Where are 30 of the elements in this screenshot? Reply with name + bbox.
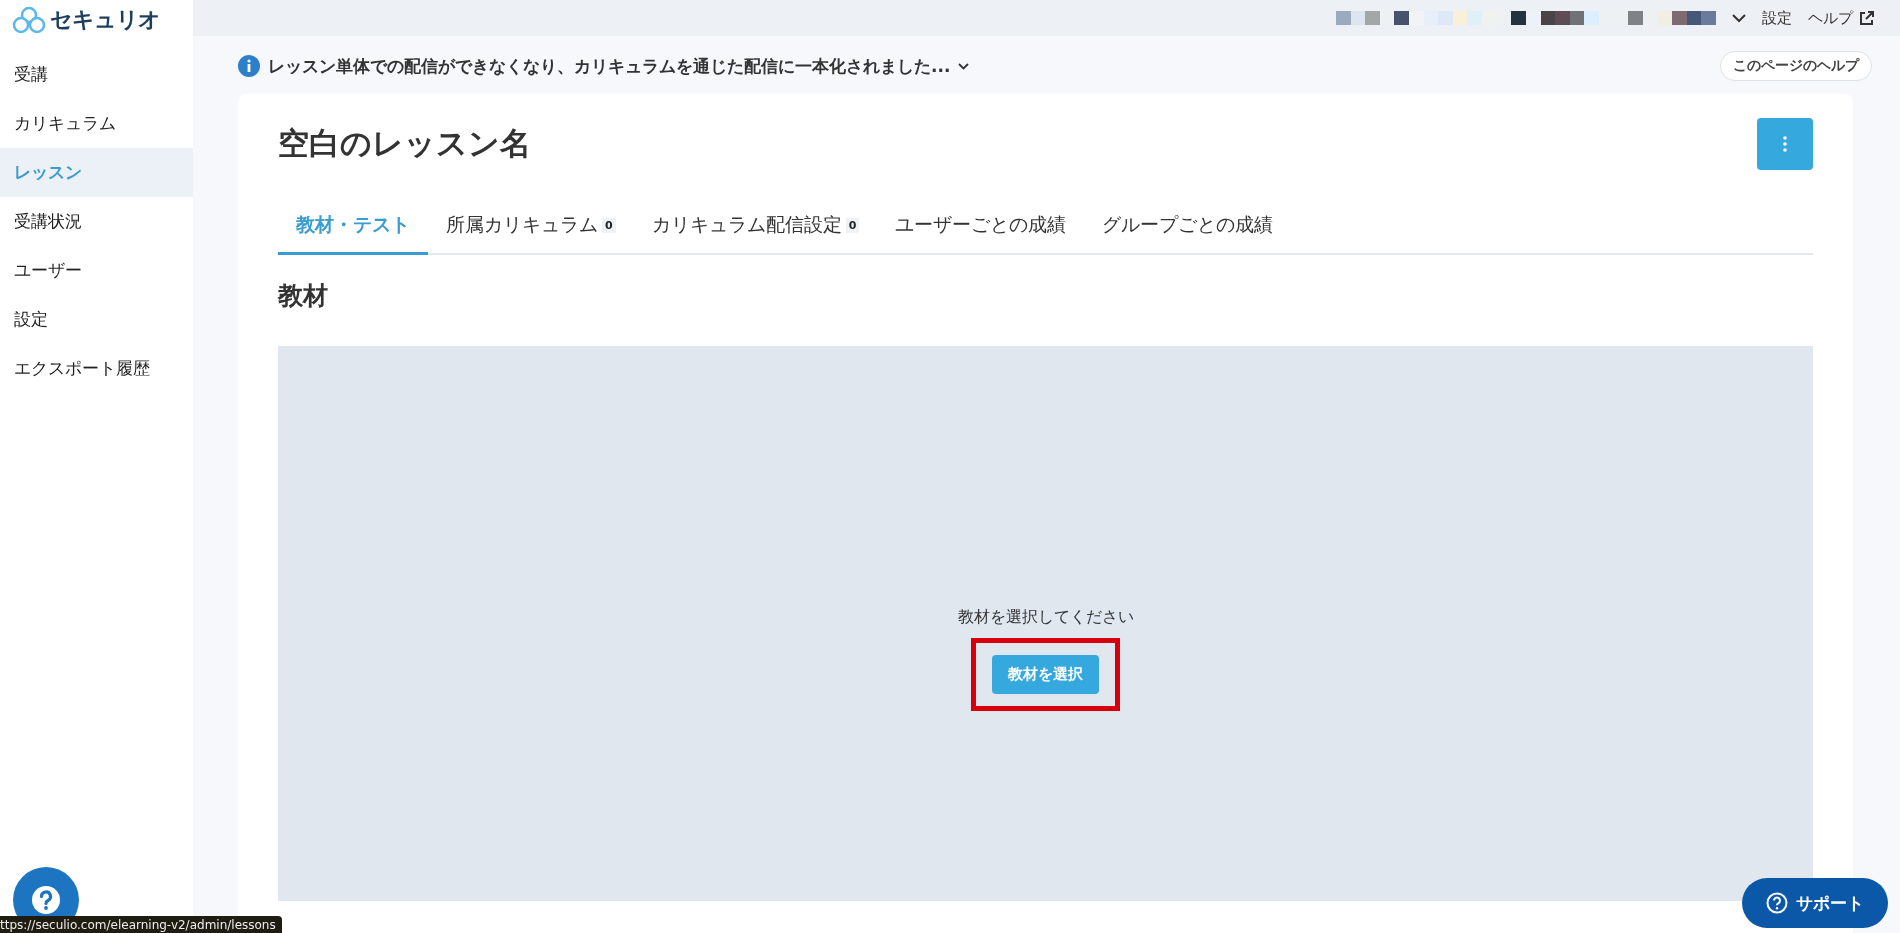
topbar-link[interactable]: 設定 <box>1762 8 1792 28</box>
logo-text: セキュリオ <box>50 6 160 34</box>
external-link-icon <box>1859 10 1874 26</box>
topbar-link[interactable]: ヘルプ <box>1808 8 1874 28</box>
question-mark-icon <box>31 885 61 915</box>
sidebar-item[interactable]: カリキュラム <box>0 99 193 148</box>
tab[interactable]: グループごとの成績 <box>1084 202 1292 255</box>
url-tooltip: ttps://seculio.com/elearning-v2/admin/lessons <box>0 916 282 933</box>
sidebar-item[interactable]: 受講 <box>0 50 193 99</box>
chevron-down-icon[interactable] <box>1732 13 1746 23</box>
tab[interactable]: 所属カリキュラム 0 <box>428 202 634 255</box>
tab[interactable]: ユーザーごとの成績 <box>877 202 1085 255</box>
notice-text: レッスン単体での配信ができなくなり、カリキュラムを通じた配信に一本化されました... <box>268 54 951 78</box>
sidebar-item[interactable]: 受講状況 <box>0 197 193 246</box>
section-title: 教材 <box>278 280 329 312</box>
sidebar-item[interactable]: エクスポート履歴 <box>0 344 193 393</box>
count-badge: 0 <box>845 217 860 233</box>
info-icon <box>238 55 260 77</box>
chevron-down-icon[interactable] <box>958 62 970 70</box>
page-title: 空白のレッスン名 <box>278 124 531 163</box>
sidebar-item[interactable]: 設定 <box>0 295 193 344</box>
count-badge: 0 <box>602 217 616 233</box>
empty-message: 教材を選択してください <box>957 606 1134 628</box>
page-help-button[interactable]: このページのヘルプ <box>1720 51 1872 81</box>
question-mark-icon <box>1766 892 1788 914</box>
sidebar-item[interactable]: ユーザー <box>0 246 193 295</box>
support-button[interactable]: サポート <box>1742 878 1888 928</box>
vertical-dots-icon <box>1783 136 1787 152</box>
logo-icon <box>12 6 46 34</box>
tab[interactable]: カリキュラム配信設定 0 <box>633 202 878 255</box>
